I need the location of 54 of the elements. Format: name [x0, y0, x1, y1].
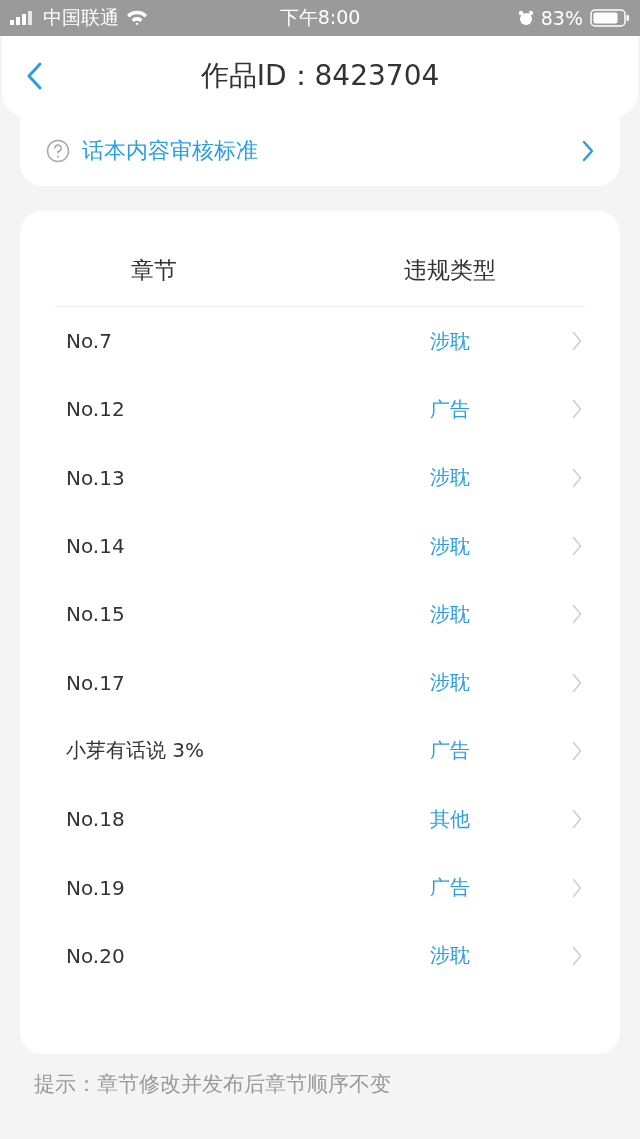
chevron-icon — [572, 809, 582, 830]
violation-type: 广告 — [430, 395, 471, 423]
chevron-icon — [572, 877, 582, 898]
violation-type: 涉耽 — [430, 327, 471, 355]
back-icon — [26, 62, 42, 90]
chapter-name: No.15 — [66, 602, 126, 627]
chevron-icon — [572, 467, 582, 488]
chapter-name: No.17 — [66, 670, 126, 695]
chapter-name: No.19 — [66, 875, 126, 900]
violation-type: 涉耽 — [430, 532, 471, 560]
back-button[interactable] — [26, 62, 42, 90]
chevron-icon — [572, 399, 582, 420]
chapter-row[interactable]: No.7 涉耽 — [20, 307, 620, 376]
chapter-name: No.20 — [66, 943, 126, 968]
chevron-icon — [572, 945, 582, 966]
column-header: 违规类型 — [404, 256, 496, 285]
battery-percent: 83% — [540, 7, 583, 29]
violation-type: 涉耽 — [430, 600, 471, 628]
chapter-name: No.7 — [66, 329, 113, 354]
chapter-row[interactable]: No.18 其他 — [20, 785, 620, 854]
hint-text: 提示：章节修改并发布后章节顺序不变 — [34, 1071, 392, 1098]
wifi-icon — [126, 10, 148, 26]
chevron-icon — [572, 331, 582, 352]
chevron-icon — [572, 536, 582, 557]
alarm-icon — [517, 10, 534, 26]
status-time: 下午8:00 — [279, 5, 361, 30]
chapter-row[interactable]: No.12 广告 — [20, 375, 620, 444]
violation-type: 涉耽 — [430, 464, 471, 492]
violation-type: 涉耽 — [430, 942, 471, 970]
chapter-name: No.14 — [66, 534, 126, 559]
chevron-icon — [582, 140, 594, 162]
chapter-row[interactable]: 小芽有话说 3% 广告 — [20, 716, 620, 786]
chapter-row[interactable]: No.20 涉耽 — [20, 921, 620, 990]
chevron-icon — [572, 740, 582, 761]
chapter-row[interactable]: No.19 广告 — [20, 853, 620, 922]
chapter-row[interactable]: No.15 涉耽 — [20, 580, 620, 649]
chapter-name: 小芽有话说 3% — [66, 737, 206, 765]
chevron-icon — [572, 672, 582, 693]
chapter-row[interactable]: No.14 涉耽 — [20, 511, 620, 581]
chevron-icon — [572, 604, 582, 625]
column-header: 章节 — [130, 256, 178, 285]
chapter-row[interactable]: No.13 涉耽 — [20, 443, 620, 512]
battery-icon — [590, 9, 630, 27]
violation-type: 其他 — [430, 805, 471, 833]
chapter-name: No.12 — [66, 397, 126, 422]
question-icon — [46, 139, 70, 163]
page-title: 作品ID：8423704 — [200, 58, 440, 94]
violation-type: 广告 — [430, 874, 471, 901]
violation-type: 广告 — [430, 737, 471, 765]
chapter-name: No.13 — [66, 465, 126, 490]
violation-type: 涉耽 — [430, 669, 471, 697]
carrier-name: 中国联通 — [43, 5, 119, 30]
chapter-row[interactable]: No.17 涉耽 — [20, 648, 620, 717]
chapter-name: No.18 — [66, 807, 126, 832]
